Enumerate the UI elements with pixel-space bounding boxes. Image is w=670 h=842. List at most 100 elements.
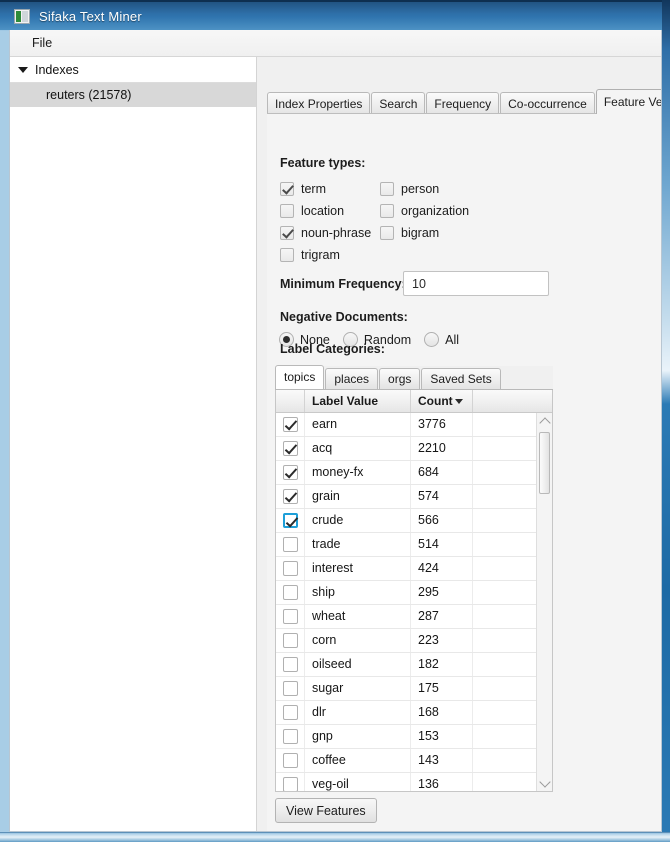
table-header-count[interactable]: Count xyxy=(411,390,473,412)
row-checkbox[interactable] xyxy=(282,465,298,480)
table-row[interactable]: acq 2210 xyxy=(276,437,537,461)
row-checkbox[interactable] xyxy=(282,705,298,720)
table-row[interactable]: oilseed 182 xyxy=(276,653,537,677)
table-row[interactable]: gnp 153 xyxy=(276,725,537,749)
table-row[interactable]: earn 3776 xyxy=(276,413,537,437)
menu-item-file[interactable]: File xyxy=(22,32,62,54)
minimum-frequency-input[interactable] xyxy=(403,271,549,296)
table-vertical-scrollbar[interactable] xyxy=(536,413,552,791)
table-header-select[interactable] xyxy=(276,390,305,412)
table-cell-select[interactable] xyxy=(276,605,305,628)
table-cell-select[interactable] xyxy=(276,677,305,700)
table-row[interactable]: dlr 168 xyxy=(276,701,537,725)
checkbox-trigram[interactable] xyxy=(280,248,294,262)
checkbox-organization[interactable] xyxy=(380,204,394,218)
table-cell-select[interactable] xyxy=(276,533,305,556)
row-checkbox[interactable] xyxy=(282,609,298,624)
table-cell-select[interactable] xyxy=(276,749,305,772)
tab-search[interactable]: Search xyxy=(371,92,426,114)
checkbox-row-bigram[interactable]: bigram xyxy=(380,226,439,240)
checkbox-row-trigram[interactable]: trigram xyxy=(280,248,340,262)
checkbox-row-organization[interactable]: organization xyxy=(380,204,469,218)
table-row[interactable]: crude 566 xyxy=(276,509,537,533)
table-row[interactable]: wheat 287 xyxy=(276,605,537,629)
table-cell-label-value: dlr xyxy=(305,701,411,724)
row-checkbox[interactable] xyxy=(282,537,298,552)
checkbox-row-location[interactable]: location xyxy=(280,204,344,218)
table-cell-select[interactable] xyxy=(276,773,305,791)
table-cell-select[interactable] xyxy=(276,653,305,676)
scroll-up-icon[interactable] xyxy=(537,413,552,429)
checkbox-noun-phrase[interactable] xyxy=(280,226,294,240)
scrollbar-thumb[interactable] xyxy=(539,432,550,494)
table-cell-select[interactable] xyxy=(276,413,305,436)
table-row[interactable]: corn 223 xyxy=(276,629,537,653)
row-checkbox[interactable] xyxy=(282,513,298,528)
row-checkbox[interactable] xyxy=(282,657,298,672)
checkbox-term[interactable] xyxy=(280,182,294,196)
table-row[interactable]: grain 574 xyxy=(276,485,537,509)
tab-co-occurrence[interactable]: Co-occurrence xyxy=(500,92,595,114)
table-cell-label-value: wheat xyxy=(305,605,411,628)
row-checkbox[interactable] xyxy=(282,417,298,432)
row-checkbox[interactable] xyxy=(282,681,298,696)
table-cell-select[interactable] xyxy=(276,485,305,508)
checkbox-row-term[interactable]: term xyxy=(280,182,326,196)
checkbox-row-person[interactable]: person xyxy=(380,182,439,196)
row-checkbox[interactable] xyxy=(282,585,298,600)
table-cell-select[interactable] xyxy=(276,629,305,652)
tab-feature-vectors[interactable]: Feature Vectors xyxy=(595,89,661,114)
table-row[interactable]: trade 514 xyxy=(276,533,537,557)
table-cell-select[interactable] xyxy=(276,461,305,484)
tab-topics[interactable]: topics xyxy=(275,365,325,389)
table-header-label-value[interactable]: Label Value xyxy=(305,390,411,412)
view-features-button[interactable]: View Features xyxy=(275,798,377,823)
window-frame-left xyxy=(0,0,9,842)
tab-saved-sets[interactable]: Saved Sets xyxy=(421,368,501,389)
table-cell-select[interactable] xyxy=(276,725,305,748)
table-body[interactable]: earn 3776 acq 2210 money-fx 684 grain 574 crude 5… xyxy=(276,413,537,791)
radio-all[interactable] xyxy=(424,332,440,347)
checkbox-location[interactable] xyxy=(280,204,294,218)
table-cell-select[interactable] xyxy=(276,701,305,724)
title-bar[interactable]: Sifaka Text Miner xyxy=(0,0,670,30)
checkbox-bigram[interactable] xyxy=(380,226,394,240)
tree-item-reuters[interactable]: reuters (21578) xyxy=(10,83,256,107)
table-header-extra[interactable] xyxy=(473,390,552,412)
row-checkbox[interactable] xyxy=(282,633,298,648)
tab-orgs[interactable]: orgs xyxy=(379,368,421,389)
checkbox-person[interactable] xyxy=(380,182,394,196)
table-row[interactable]: coffee 143 xyxy=(276,749,537,773)
content-panel: Index Properties Search Frequency Co-occ… xyxy=(258,57,661,831)
table-cell-count: 175 xyxy=(411,677,473,700)
table-cell-select[interactable] xyxy=(276,509,305,532)
table-cell-select[interactable] xyxy=(276,581,305,604)
table-row[interactable]: sugar 175 xyxy=(276,677,537,701)
scroll-down-icon[interactable] xyxy=(537,775,552,791)
table-cell-select[interactable] xyxy=(276,437,305,460)
table-cell-label-value: interest xyxy=(305,557,411,580)
tab-places[interactable]: places xyxy=(325,368,379,389)
table-cell-label-value: crude xyxy=(305,509,411,532)
table-cell-count: 566 xyxy=(411,509,473,532)
row-checkbox[interactable] xyxy=(282,753,298,768)
menu-bar: File xyxy=(10,30,661,57)
tab-frequency[interactable]: Frequency xyxy=(426,92,500,114)
table-row[interactable]: interest 424 xyxy=(276,557,537,581)
checkbox-row-noun-phrase[interactable]: noun-phrase xyxy=(280,226,371,240)
row-checkbox[interactable] xyxy=(282,489,298,504)
table-cell-extra xyxy=(473,605,537,628)
chevron-down-icon[interactable] xyxy=(18,66,28,73)
row-checkbox[interactable] xyxy=(282,729,298,744)
tab-index-properties[interactable]: Index Properties xyxy=(267,92,371,114)
table-row[interactable]: veg-oil 136 xyxy=(276,773,537,791)
application-window: Sifaka Text Miner File Indexes reuters (… xyxy=(0,0,670,842)
row-checkbox[interactable] xyxy=(282,441,298,456)
table-cell-select[interactable] xyxy=(276,557,305,580)
row-checkbox[interactable] xyxy=(282,777,298,791)
tree-root-indexes[interactable]: Indexes xyxy=(10,57,256,83)
table-row[interactable]: ship 295 xyxy=(276,581,537,605)
table-cell-count: 295 xyxy=(411,581,473,604)
table-row[interactable]: money-fx 684 xyxy=(276,461,537,485)
row-checkbox[interactable] xyxy=(282,561,298,576)
